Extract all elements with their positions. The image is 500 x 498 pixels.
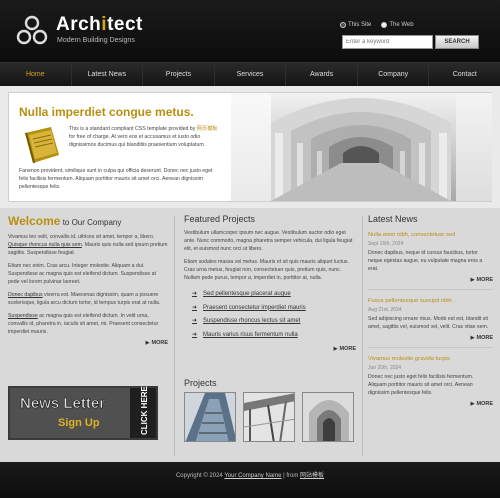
news-more-link[interactable]: ▶ MORE (368, 401, 493, 407)
latest-news-section: Latest News Nulla enim nibh, consectetue… (368, 214, 493, 407)
arrow-icon: ▶ (145, 340, 150, 346)
arrow-icon: ▶ (470, 335, 475, 341)
project-image-arch (303, 393, 353, 441)
project-thumbnail[interactable] (184, 392, 236, 442)
projects-title: Projects (184, 378, 217, 388)
nav-item-company[interactable]: Company (358, 63, 430, 86)
book-icon (25, 127, 59, 163)
arrow-icon: ▶ (470, 277, 475, 283)
featured-more-link[interactable]: ▶ MORE (184, 346, 356, 352)
featured-link[interactable]: ➜ Praesent consectetur imperdiet mauris (192, 302, 356, 316)
news-headline[interactable]: Fusce pellentesque suscipit nibh (368, 298, 493, 304)
banner-text: Fanenon provident, similique sunt in cul… (19, 168, 213, 190)
site-logo[interactable]: Architect (56, 14, 143, 36)
footer-source-link[interactable]: 网站模板 (300, 473, 324, 479)
arrow-icon: ➜ (192, 291, 198, 297)
newsletter-click-here: CLICK HERE (140, 386, 149, 435)
nav-item-services[interactable]: Services (215, 63, 287, 86)
nav-item-awards[interactable]: Awards (286, 63, 358, 86)
welcome-paragraph: Suspendisse ac magna quis est eleifend d… (8, 313, 159, 335)
banner-intro: This is a standard compliant CSS templat… (69, 126, 218, 148)
welcome-paragraph: Vivamus leo velit, convallis id, ultrice… (8, 234, 168, 256)
news-headline[interactable]: Nulla enim nibh, consectetuer sed (368, 232, 493, 238)
welcome-more-link[interactable]: ▶ MORE (8, 340, 168, 346)
arched-corridor-image (231, 93, 492, 201)
project-thumbnail[interactable] (302, 392, 354, 442)
project-image-bridge (244, 393, 294, 441)
newsletter-title: News Letter (20, 395, 105, 412)
news-body: Donec nec justo eget felis facilisis fer… (368, 374, 474, 396)
search-scope: This Site The Web (340, 22, 414, 28)
featured-title: Featured Projects (184, 214, 256, 224)
arrow-icon: ▶ (470, 401, 475, 407)
project-thumbnail[interactable] (243, 392, 295, 442)
featured-projects-section: Featured Projects Vestibulum ullamcorper… (184, 214, 356, 352)
nav-item-projects[interactable]: Projects (143, 63, 215, 86)
news-separator (368, 289, 493, 290)
news-date: Jun 20th, 2024 (368, 365, 402, 371)
welcome-link[interactable]: Quisque rhoncus nulla quis sem (8, 242, 82, 248)
news-more-link[interactable]: ▶ MORE (368, 335, 493, 341)
news-body: Sed adipiscing ornare risus. Morbi est e… (368, 316, 489, 330)
search-input[interactable] (342, 35, 433, 49)
radio-this-site[interactable]: This Site (340, 22, 371, 28)
news-date: Sept 16th, 2024 (368, 241, 404, 247)
news-item: Vivamus molestie gravida turpis Jun 20th… (368, 356, 493, 407)
newsletter-sign-up: Sign Up (58, 417, 100, 429)
project-image-tower (185, 393, 235, 441)
column-divider (174, 216, 175, 456)
news-item: Fusce pellentesque suscipit nibh Aug 21s… (368, 298, 493, 348)
featured-link[interactable]: ➜ Suspendisse rhoncus lectus sit amet (192, 315, 356, 329)
news-more-link[interactable]: ▶ MORE (368, 277, 493, 283)
latest-news-title: Latest News (368, 214, 418, 224)
arrow-icon: ▶ (333, 346, 338, 352)
logo-icon[interactable] (15, 14, 49, 46)
welcome-link[interactable]: Suspendisse (8, 313, 38, 319)
banner-section: Nulla imperdiet congue metus. This is a … (0, 86, 500, 208)
main-nav: Home Latest News Projects Services Award… (0, 62, 500, 86)
featured-link[interactable]: ➜ Sed pellentesque placerat augue (192, 288, 356, 302)
search-button[interactable]: SEARCH (435, 35, 479, 49)
nav-item-contact[interactable]: Contact (429, 63, 500, 86)
column-divider (362, 216, 363, 456)
banner: Nulla imperdiet congue metus. This is a … (8, 92, 492, 202)
welcome-paragraph: Etiam nec enim. Cras arcu. Integer moles… (8, 263, 156, 285)
welcome-section: Welcome to Our Company Vivamus leo velit… (8, 214, 168, 346)
site-footer: Copyright © 2024 Your Company Name | fro… (0, 462, 500, 498)
news-date: Aug 21st, 2024 (368, 307, 402, 313)
arrow-icon: ➜ (192, 331, 198, 338)
welcome-link[interactable]: Donec dapibus (8, 292, 43, 298)
welcome-title: Welcome to Our Company (8, 214, 122, 228)
arrow-icon: ➜ (192, 318, 198, 324)
featured-paragraph: Etiam sodales massa vel metus. Mauris et… (184, 259, 349, 281)
newsletter-signup-banner[interactable]: News Letter Sign Up CLICK HERE (8, 386, 158, 440)
nav-item-home[interactable]: Home (0, 63, 72, 86)
news-body: Donec dapibus, neque id cursus faucibus,… (368, 250, 483, 272)
footer-company-link[interactable]: Your Company Name (224, 473, 281, 479)
news-headline[interactable]: Vivamus molestie gravida turpis (368, 356, 493, 362)
site-header: Architect Modern Building Designs This S… (0, 0, 500, 62)
featured-link-list: ➜ Sed pellentesque placerat augue ➜ Praese… (192, 288, 356, 342)
news-separator (368, 347, 493, 348)
news-item: Nulla enim nibh, consectetuer sed Sept 1… (368, 232, 493, 290)
radio-the-web[interactable]: The Web (381, 22, 414, 28)
banner-source-link[interactable]: 网页模板 (197, 126, 218, 132)
nav-item-latest-news[interactable]: Latest News (72, 63, 144, 86)
site-tagline: Modern Building Designs (57, 37, 135, 44)
featured-link[interactable]: ➜ Mauris varius risus fermentum nulla (192, 329, 356, 343)
featured-paragraph: Vestibulum ullamcorper ipsum nec augue. … (184, 230, 353, 252)
arrow-icon: ➜ (192, 304, 198, 311)
banner-title: Nulla imperdiet congue metus. (19, 105, 194, 119)
welcome-paragraph: Donec dapibus viverra est. Maecenas dign… (8, 292, 161, 306)
